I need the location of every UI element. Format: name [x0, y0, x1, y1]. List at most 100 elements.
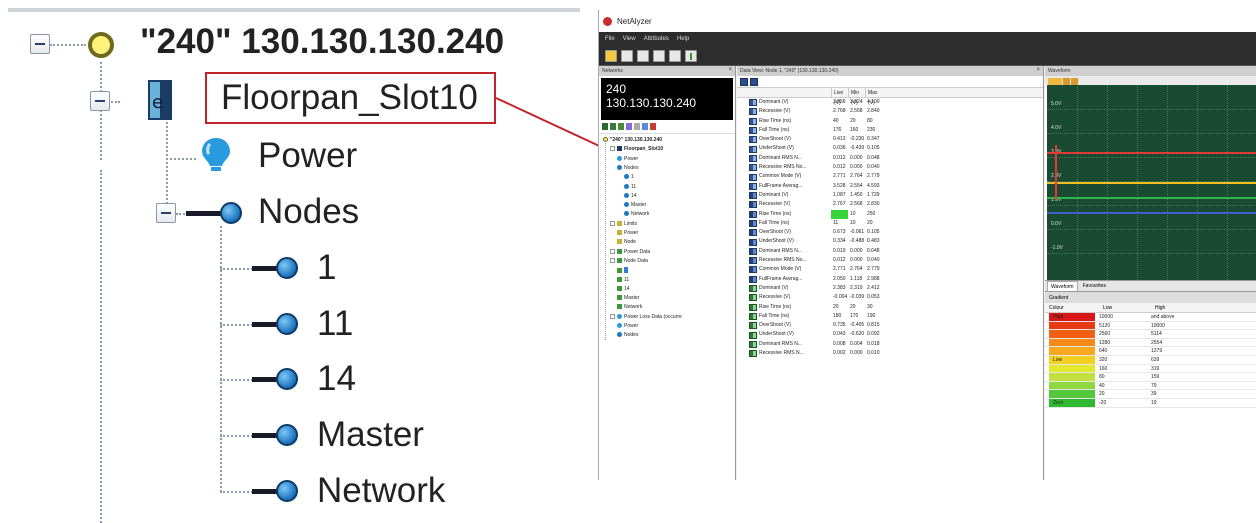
- colour-swatch[interactable]: [1049, 338, 1095, 347]
- module-collapse-toggle[interactable]: [90, 91, 110, 111]
- colour-swatch[interactable]: [1049, 321, 1095, 330]
- tree-item[interactable]: Node: [617, 239, 636, 246]
- nodes-collapse-toggle[interactable]: [156, 203, 176, 223]
- table-row[interactable]: Dominant RMS N... 0.008 0.004 0.018: [737, 340, 1043, 349]
- tree-item[interactable]: Power: [617, 230, 638, 237]
- table-row[interactable]: Recessive (V) 2.767 2.568 2.830: [737, 200, 1043, 209]
- menu-file[interactable]: File: [605, 36, 615, 42]
- colour-swatch[interactable]: [1049, 347, 1095, 355]
- table-row[interactable]: Rise Time (ns) 10 250: [737, 209, 1043, 219]
- pin-icon[interactable]: [685, 49, 697, 62]
- gradient-row[interactable]: 640 1279: [1045, 347, 1256, 356]
- power-label[interactable]: Power: [258, 136, 357, 176]
- tree-item[interactable]: 11: [617, 276, 629, 284]
- tree-item[interactable]: Network: [617, 304, 642, 311]
- table-row[interactable]: Fall Time (ns) 11 10 20: [737, 219, 1043, 228]
- node-item-14[interactable]: 14: [317, 359, 356, 399]
- colour-swatch[interactable]: High: [1049, 313, 1095, 321]
- tab-waveform[interactable]: Waveform: [1047, 281, 1078, 291]
- node-item-network[interactable]: Network: [317, 471, 445, 511]
- gradient-row[interactable]: 20 39: [1045, 390, 1256, 399]
- gradient-row[interactable]: 160 319: [1045, 364, 1256, 374]
- tree-item[interactable]: "240" 130.130.130.240: [603, 137, 662, 144]
- tree-item[interactable]: Master: [624, 202, 646, 209]
- export-icon[interactable]: [669, 49, 681, 62]
- add-icon[interactable]: [610, 123, 616, 130]
- table-row[interactable]: Recessive RMS N... 0.002 0.000 0.010: [737, 349, 1043, 358]
- add-icon[interactable]: [618, 123, 624, 130]
- window-icon[interactable]: [653, 49, 665, 62]
- tree-item[interactable]: Floorpan_Slot10: [610, 146, 663, 153]
- table-row[interactable]: Fall Time (ns) 176 160 230: [737, 126, 1043, 135]
- table-row[interactable]: Dominant (V) 1.087 1.450 1.729: [737, 191, 1043, 200]
- root-collapse-toggle[interactable]: [30, 34, 50, 54]
- table-row[interactable]: Recessive RMS No... 0.012 0.000 0.040: [737, 163, 1043, 172]
- menu-view[interactable]: View: [623, 36, 636, 42]
- table-row[interactable]: OverShoot (V) 0.673 -0.061 0.105: [737, 228, 1043, 237]
- column-live[interactable]: Live (V): [831, 88, 848, 106]
- tree-item[interactable]: 1: [624, 174, 634, 181]
- table-row[interactable]: Recessive RMS No... 0.012 0.000 0.040: [737, 256, 1043, 265]
- options-icon[interactable]: [634, 123, 640, 130]
- link-icon[interactable]: [626, 123, 632, 130]
- tree-item[interactable]: Nodes: [617, 164, 638, 172]
- tree-item[interactable]: Power: [617, 155, 638, 163]
- column-name[interactable]: [737, 88, 831, 97]
- expand-toggle[interactable]: [610, 257, 615, 263]
- gradient-row[interactable]: Zero -20 19: [1045, 398, 1256, 408]
- save-icon[interactable]: [621, 49, 633, 62]
- column-min[interactable]: Min (V): [848, 88, 865, 106]
- open-icon[interactable]: [605, 49, 617, 62]
- gradient-row[interactable]: Low 320 639: [1045, 355, 1256, 365]
- gradient-row[interactable]: 80 159: [1045, 373, 1256, 382]
- grid-icon[interactable]: [740, 77, 748, 86]
- table-row[interactable]: UnderShoot (V) 0.036 -0.439 0.105: [737, 144, 1043, 153]
- tree-item[interactable]: Power Data: [610, 248, 650, 256]
- gradient-row[interactable]: 2560 5114: [1045, 330, 1256, 339]
- gradient-row[interactable]: 40 79: [1045, 381, 1256, 391]
- node-item-1[interactable]: 1: [317, 248, 336, 288]
- tree-item[interactable]: Node Data: [610, 257, 648, 265]
- gradient-row[interactable]: 1280 2554: [1045, 338, 1256, 348]
- column-max[interactable]: Max (V): [865, 88, 882, 106]
- table-row[interactable]: Rise Time (ns) 20 20 30: [737, 303, 1043, 312]
- colour-swatch[interactable]: [1049, 390, 1095, 398]
- waveform-tab[interactable]: [1071, 78, 1078, 85]
- node-item-11[interactable]: 11: [317, 304, 353, 344]
- colour-swatch[interactable]: Low: [1049, 355, 1095, 364]
- waveform-tab[interactable]: [1048, 78, 1062, 85]
- delete-icon[interactable]: [650, 123, 656, 130]
- menu-help[interactable]: Help: [677, 36, 689, 42]
- colour-swatch[interactable]: [1049, 364, 1095, 373]
- gradient-row[interactable]: High 10000 and above: [1045, 313, 1256, 322]
- tree-item[interactable]: Power Loss Data (occurre: [610, 313, 682, 321]
- tab-favourites[interactable]: Favourites: [1080, 281, 1109, 291]
- tree-item[interactable]: Power: [617, 323, 638, 330]
- tree-item[interactable]: 14: [624, 192, 637, 200]
- table-row[interactable]: Rise Time (ns) 40 20 80: [737, 117, 1043, 126]
- module-label[interactable]: Floorpan_Slot10: [221, 78, 478, 118]
- expand-toggle[interactable]: [610, 220, 615, 226]
- table-row[interactable]: UnderShoot (V) 0.334 -0.488 0.483: [737, 237, 1043, 246]
- expand-toggle[interactable]: [610, 313, 615, 319]
- nodes-label[interactable]: Nodes: [258, 192, 359, 232]
- table-row[interactable]: Dominant RMS N... 0.019 0.000 0.048: [737, 247, 1043, 256]
- tree-item[interactable]: Nodes: [617, 332, 638, 339]
- list-icon[interactable]: [750, 77, 758, 86]
- table-row[interactable]: Dominant (V) 3.856 3.824 4.100: [737, 98, 1043, 107]
- colour-swatch[interactable]: [1049, 330, 1095, 338]
- table-row[interactable]: FullFrame Averag... 2.050 1.118 2.988: [737, 275, 1043, 284]
- table-row[interactable]: Fall Time (ns) 180 170 190: [737, 312, 1043, 321]
- waveform-tab[interactable]: [1063, 78, 1070, 85]
- table-row[interactable]: UnderShoot (V) 0.043 -0.620 0.092: [737, 330, 1043, 339]
- tree-item[interactable]: 11: [624, 183, 636, 191]
- refresh-icon[interactable]: [642, 123, 648, 130]
- table-row[interactable]: Recessive (V) 2.768 2.568 2.840: [737, 107, 1043, 116]
- colour-swatch[interactable]: Zero: [1049, 398, 1095, 407]
- colour-swatch[interactable]: [1049, 373, 1095, 381]
- device-icon[interactable]: [637, 49, 649, 62]
- waveform-plot[interactable]: 5.0V4.0V3.0V2.0V1.0V0.0V-1.0V: [1047, 85, 1256, 280]
- add-icon[interactable]: [602, 123, 608, 130]
- table-row[interactable]: Dominant (V) 2.383 2.319 2.412: [737, 284, 1043, 293]
- menu-attributes[interactable]: Attributes: [644, 36, 669, 42]
